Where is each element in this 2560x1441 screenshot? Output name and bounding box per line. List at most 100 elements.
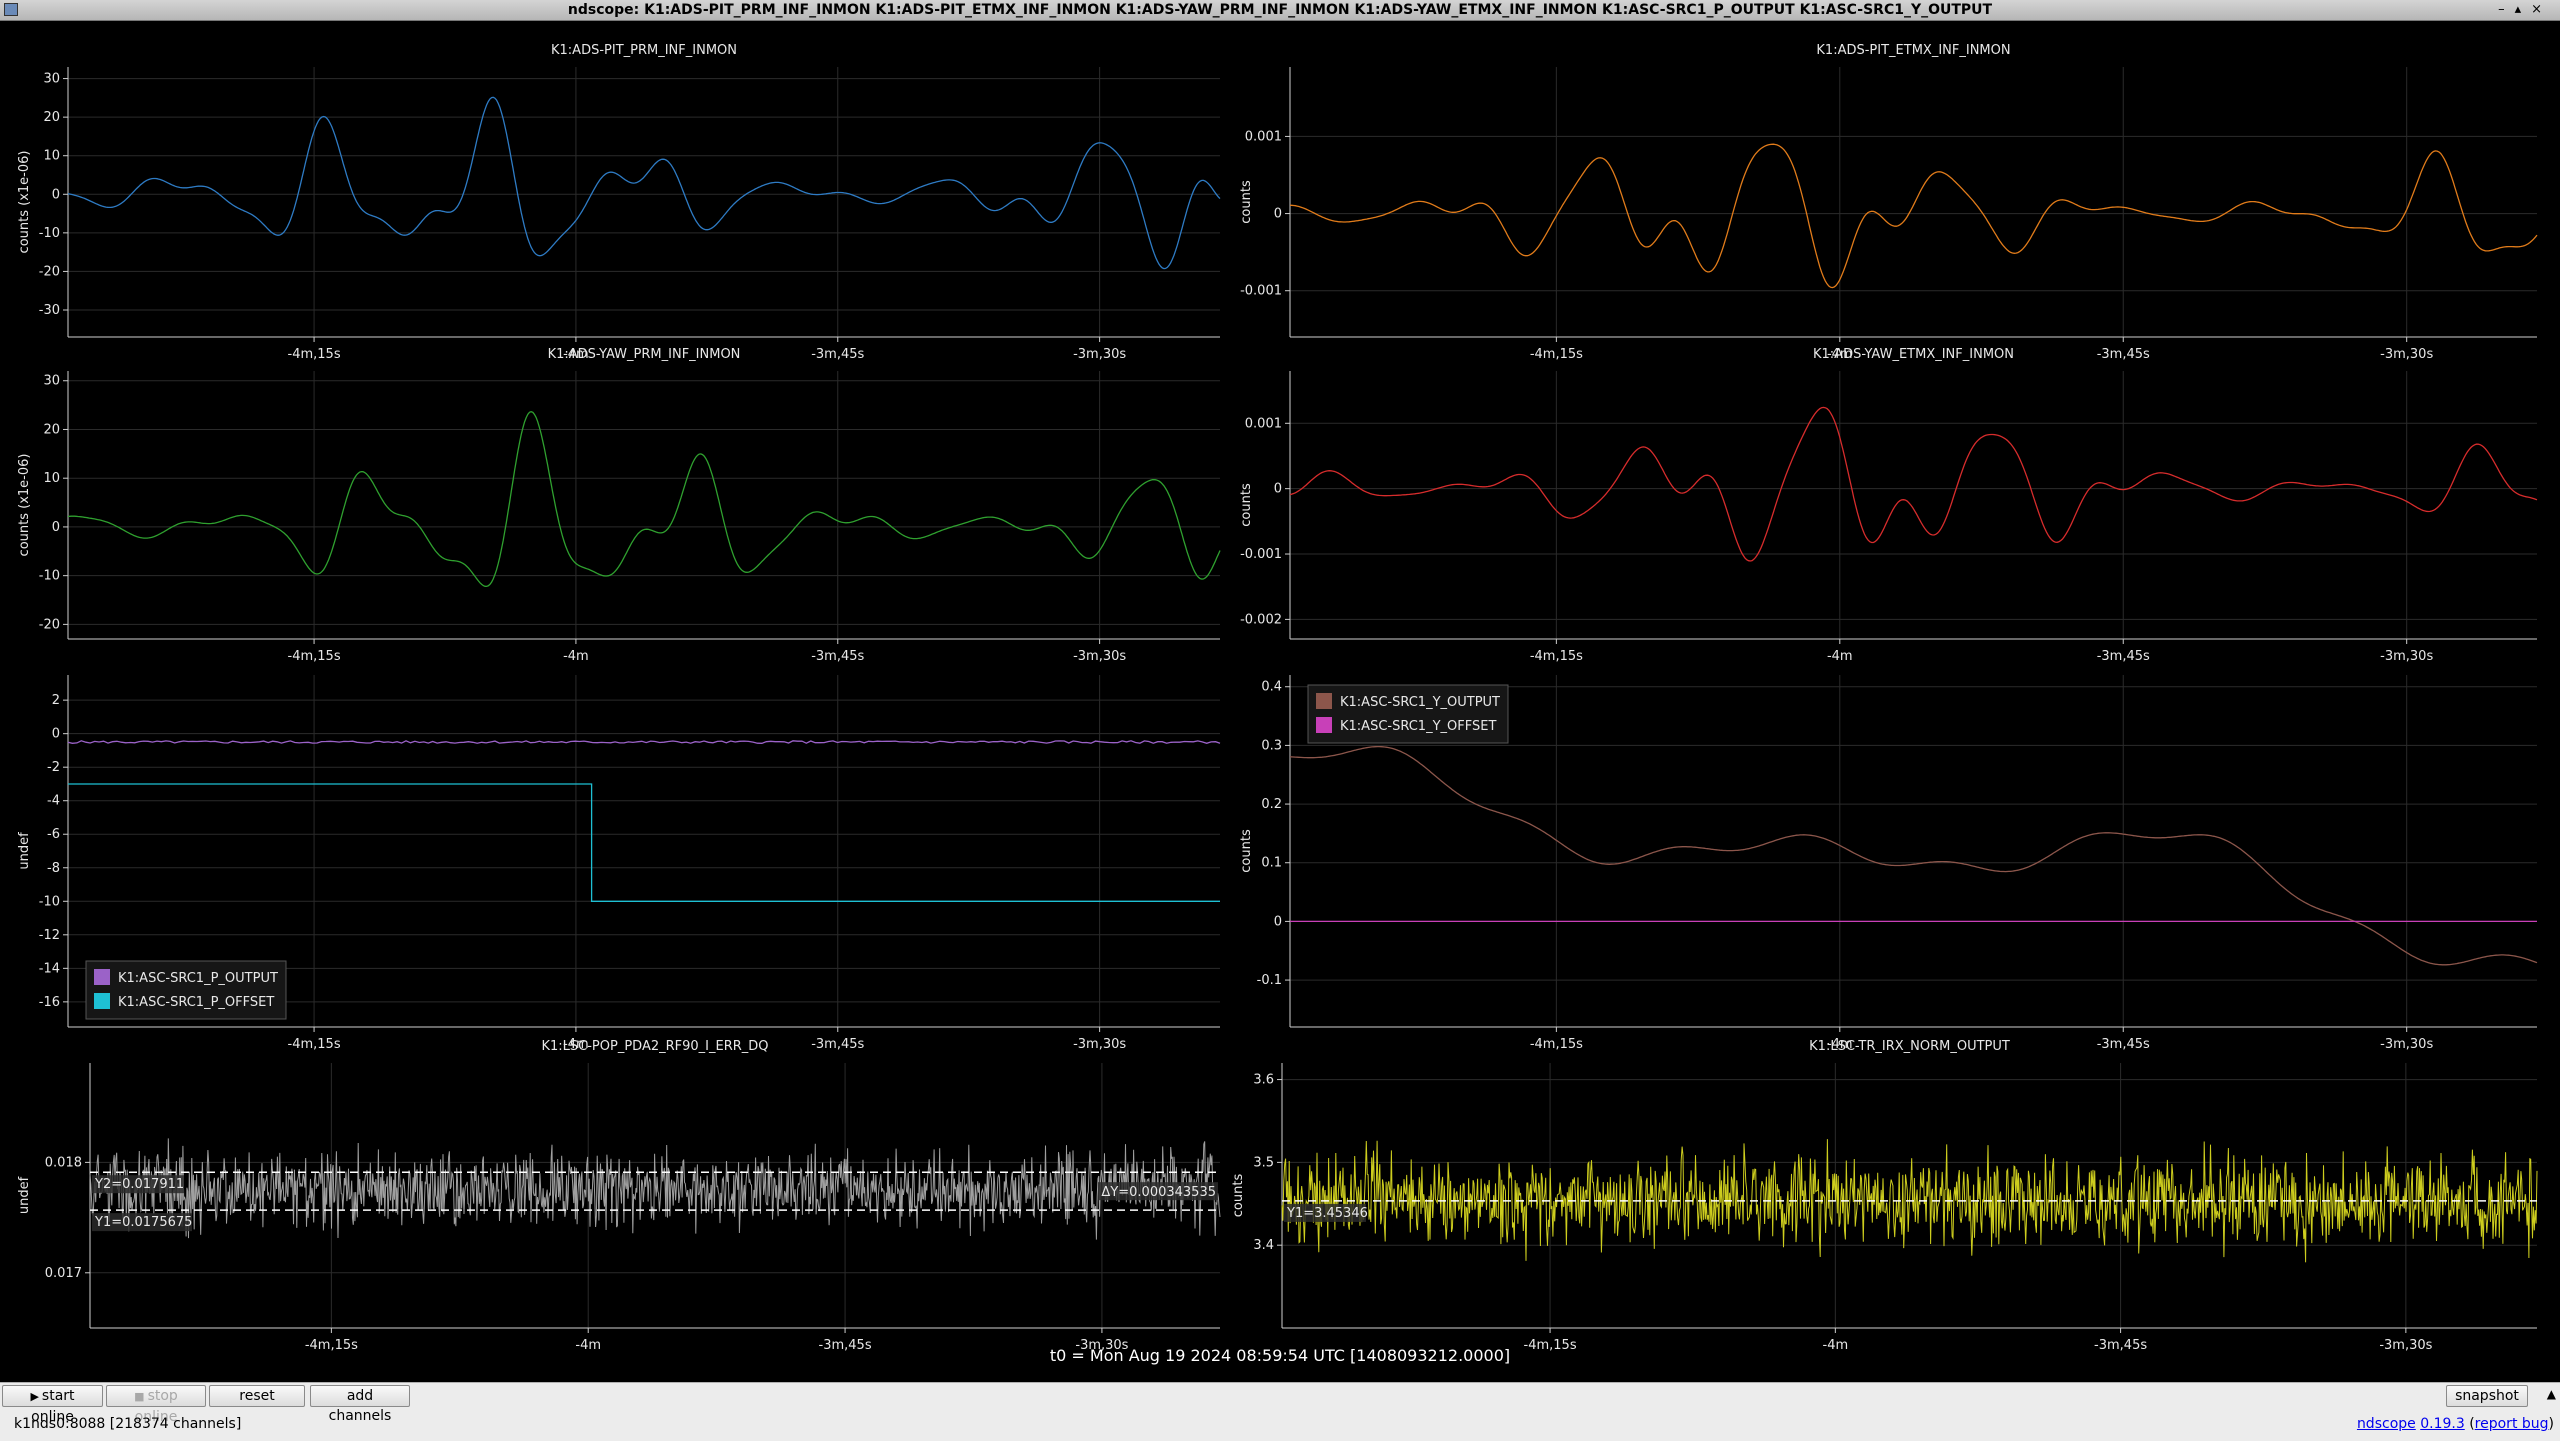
x-tick-label: -4m <box>1827 649 1853 664</box>
snapshot-button[interactable]: snapshot <box>2446 1385 2528 1407</box>
collapse-toolbar-icon[interactable]: ▲ <box>2547 1387 2556 1401</box>
start-online-button[interactable]: ▶ start online <box>2 1385 103 1425</box>
plot-p5: -4m,15s -4m -3m,45s -3m,30s20-2-4-6-8-10-12… <box>17 675 1221 1052</box>
legend-label: K1:ASC-SRC1_Y_OFFSET <box>1340 719 1496 734</box>
plot-p1: -4m,15s -4m -3m,45s -3m,30s3020100-10-20-30… <box>17 43 1221 362</box>
series-line-1 <box>67 740 1221 744</box>
add-channels-button[interactable]: add channels <box>310 1385 410 1424</box>
y-tick-label: 0 <box>1274 207 1282 222</box>
series-line-1 <box>67 96 1221 270</box>
stop-online-button[interactable]: ■ stop online <box>106 1385 206 1425</box>
x-tick-label: -4m,15s <box>1530 649 1583 664</box>
x-tick-label: -4m,15s <box>1530 1037 1583 1052</box>
y-tick-label: -2 <box>47 760 60 775</box>
x-tick-label: -3m,30s <box>2380 1037 2433 1052</box>
y-tick-label: -20 <box>39 617 60 632</box>
x-tick-label: -3m,45s <box>2097 1037 2150 1052</box>
x-tick-label: -3m,45s <box>811 1037 864 1052</box>
plot-p2: -4m,15s -4m -3m,45s -3m,30s0.0010-0.001K1:A… <box>1239 43 2538 362</box>
close-icon[interactable]: × <box>2531 2 2552 17</box>
y-tick-label: 0.1 <box>1261 856 1282 871</box>
series-line-1 <box>1290 143 2538 289</box>
y-axis-label: undef <box>17 832 32 870</box>
plot-p3: -4m,15s -4m -3m,45s -3m,30s 30 20 10 0 -10 -20 K1:… <box>17 347 1221 664</box>
x-tick-label: -3m,30s <box>2380 649 2433 664</box>
cursor-delta-label: ΔY=0.000343535 <box>1101 1185 1216 1200</box>
legend-swatch <box>94 969 110 985</box>
legend-swatch <box>1316 693 1332 709</box>
plot-grid: -4m,15s -4m -3m,45s -3m,30s3020100-10-20-30… <box>17 43 2538 1353</box>
toolbar: ▶ start online ■ stop online reset add cha… <box>0 1382 2560 1441</box>
reset-button[interactable]: reset <box>209 1385 305 1407</box>
legend-swatch <box>94 993 110 1009</box>
legend-label: K1:ASC-SRC1_Y_OUTPUT <box>1340 695 1500 710</box>
plot-title: K1:ADS-PIT_ETMX_INF_INMON <box>1816 43 2010 58</box>
series-line-1 <box>1289 745 2538 966</box>
minimize-icon[interactable]: – <box>2498 2 2515 17</box>
y-tick-label: 0.017 <box>45 1266 82 1281</box>
y-tick-label: -30 <box>39 303 60 318</box>
y-axis-label: counts (x1e-06) <box>17 454 32 557</box>
y-tick-label: 0.001 <box>1245 416 1282 431</box>
plot-title: K1:LSC-TR_IRX_NORM_OUTPUT <box>1809 1039 2010 1054</box>
legend-label: K1:ASC-SRC1_P_OFFSET <box>118 995 274 1010</box>
play-icon: ▶ <box>30 1390 39 1403</box>
x-tick-label: -3m,45s <box>2097 649 2150 664</box>
x-tick-label: -3m,45s <box>811 347 864 362</box>
legend-box <box>1307 684 1509 744</box>
x-tick-label: -3m,45s <box>811 649 864 664</box>
x-tick-label: -4m,15s <box>288 347 341 362</box>
y-axis-label: counts <box>1239 483 1254 527</box>
y-axis-label: counts <box>1239 180 1254 224</box>
y-tick-label: 0 <box>1274 482 1282 497</box>
cursor-y2-label: Y2=0.017911 <box>94 1177 184 1192</box>
legend-box <box>85 960 287 1020</box>
y-tick-label: 3.4 <box>1253 1238 1274 1253</box>
x-tick-label: -3m,30s <box>2380 347 2433 362</box>
y-axis-label: counts (x1e-06) <box>17 151 32 254</box>
y-tick-label: 10 <box>43 149 60 164</box>
series-line-2 <box>68 783 1220 902</box>
series-line-1 <box>89 1138 1221 1240</box>
window-titlebar: ndscope: K1:ADS-PIT_PRM_INF_INMON K1:ADS… <box>0 0 2560 21</box>
y-tick-label: 0.3 <box>1261 738 1282 753</box>
window-controls[interactable]: –▴× <box>2498 0 2552 20</box>
series-line-1 <box>67 411 1221 588</box>
y-tick-label: 20 <box>43 422 60 437</box>
y-tick-label: 10 <box>43 471 60 486</box>
y-tick-label: 2 <box>52 693 60 708</box>
plot-title: K1:ADS-PIT_PRM_INF_INMON <box>551 43 737 58</box>
y-axis-label: counts <box>1239 829 1254 873</box>
y-tick-label: 0.018 <box>45 1155 82 1170</box>
y-tick-label: 20 <box>43 110 60 125</box>
plot-title: K1:ADS-YAW_ETMX_INF_INMON <box>1813 347 2014 362</box>
y-tick-label: -0.1 <box>1257 973 1282 988</box>
y-axis-label: counts <box>1231 1174 1246 1218</box>
x-tick-label: -3m,30s <box>1073 347 1126 362</box>
y-tick-label: -0.002 <box>1240 612 1282 627</box>
y-tick-label: 0 <box>52 187 60 202</box>
legend-swatch <box>1316 717 1332 733</box>
report-bug-link[interactable]: report bug <box>2475 1416 2549 1432</box>
y-tick-label: 30 <box>43 72 60 87</box>
plot-title: K1:ADS-YAW_PRM_INF_INMON <box>548 347 741 362</box>
window-menu-icon[interactable] <box>4 3 18 16</box>
y-tick-label: 0.2 <box>1261 797 1282 812</box>
version-info: ndscope 0.19.3 (report bug) <box>2356 1416 2554 1432</box>
y-tick-label: 0.001 <box>1245 129 1282 144</box>
y-tick-label: 0 <box>52 520 60 535</box>
y-tick-label: -12 <box>39 928 60 943</box>
plot-p6: -4m,15s -4m -3m,45s -3m,30s0.40.30.20.10-0.… <box>1239 675 2538 1052</box>
y-tick-label: -8 <box>47 861 60 876</box>
app-link[interactable]: ndscope <box>2357 1416 2416 1432</box>
cursor-y1-label: Y1=0.0175675 <box>94 1215 192 1230</box>
y-tick-label: -10 <box>39 894 60 909</box>
t0-label: t0 = Mon Aug 19 2024 08:59:54 UTC [14080… <box>1049 1346 1511 1365</box>
y-tick-label: 0 <box>1274 914 1282 929</box>
version-link[interactable]: 0.19.3 <box>2420 1416 2465 1432</box>
x-tick-label: -4m,15s <box>1530 347 1583 362</box>
y-tick-label: 30 <box>43 374 60 389</box>
x-tick-label: -3m,30s <box>1073 1037 1126 1052</box>
x-tick-label: -4m <box>563 649 589 664</box>
maximize-icon[interactable]: ▴ <box>2515 2 2532 17</box>
